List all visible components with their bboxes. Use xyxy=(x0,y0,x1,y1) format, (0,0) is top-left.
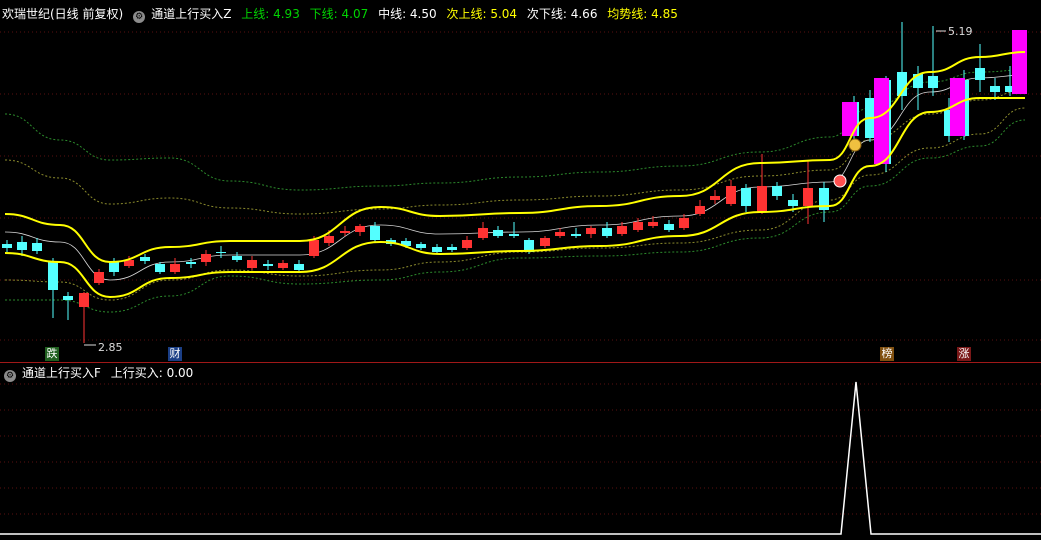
candle-down xyxy=(32,243,42,251)
candle-down xyxy=(155,264,165,272)
candle-up xyxy=(247,260,257,268)
candle-up xyxy=(170,264,180,272)
candle-down xyxy=(741,188,751,206)
candle-down xyxy=(772,186,782,196)
candle-up xyxy=(201,254,211,262)
candle-up xyxy=(355,226,365,232)
candle-up xyxy=(478,228,488,238)
tag-fall: 跌 xyxy=(45,347,59,361)
candle-down xyxy=(493,230,503,236)
candle-up xyxy=(617,226,627,234)
candle-down xyxy=(571,234,581,236)
candle-down xyxy=(975,68,985,80)
candle-down xyxy=(109,262,119,272)
candle-up xyxy=(462,240,472,248)
candle-down xyxy=(263,264,273,266)
candle-down xyxy=(602,228,612,236)
candle-down xyxy=(788,200,798,206)
buy-signal-line xyxy=(0,381,1041,535)
candle-down xyxy=(509,234,519,236)
low-price-marker: 2.85 xyxy=(98,341,123,354)
candle-up xyxy=(633,222,643,230)
channel-upper-line xyxy=(4,51,1026,264)
main-chart-pane[interactable]: 欢瑞世纪(日线 前复权) ⚙ 通道上行买入Z 上线: 4.93 下线: 4.07 中… xyxy=(0,0,1041,362)
candle-down xyxy=(216,252,226,253)
signal-chart xyxy=(0,381,1041,535)
candle-up xyxy=(555,232,565,236)
candle-down xyxy=(63,296,73,300)
candle-up xyxy=(695,206,705,214)
tag-rise: 涨 xyxy=(957,347,971,361)
candle-up xyxy=(803,188,813,206)
candle-down xyxy=(186,262,196,264)
candle-down xyxy=(432,247,442,252)
candle-up xyxy=(79,293,89,307)
sub-chart-pane[interactable]: ⚙ 通道上行买入F 上行买入: 0.00 xyxy=(0,362,1041,540)
candle-up xyxy=(726,186,736,204)
event-dot-icon xyxy=(833,174,847,188)
candle-down xyxy=(2,244,12,248)
candle-down xyxy=(48,262,58,290)
outer-lower-band xyxy=(4,119,1026,313)
candle-down xyxy=(294,264,304,270)
candle-down xyxy=(664,224,674,230)
candle-up xyxy=(679,218,689,228)
candle-up xyxy=(586,228,596,234)
candle-up xyxy=(324,236,334,243)
candle-down xyxy=(232,256,242,260)
candle-up xyxy=(648,222,658,226)
tag-ranking: 榜 xyxy=(880,347,894,361)
candle-down xyxy=(140,257,150,261)
candle-down xyxy=(928,76,938,88)
candle-up xyxy=(540,238,550,246)
candlestick-chart xyxy=(0,22,1041,346)
money-bag-icon xyxy=(848,138,862,152)
candle-down xyxy=(416,244,426,248)
signal-bar xyxy=(1012,30,1027,94)
candle-down xyxy=(17,242,27,250)
candle-up xyxy=(309,240,319,256)
candle-down xyxy=(370,226,380,240)
high-price-marker: 5.19 xyxy=(948,25,973,38)
candle-up xyxy=(340,231,350,233)
candle-up xyxy=(710,196,720,200)
candle-down xyxy=(447,247,457,250)
candle-up xyxy=(278,263,288,268)
signal-bar xyxy=(874,78,889,164)
candle-down xyxy=(990,86,1000,92)
candle-up xyxy=(757,186,767,212)
tag-finance: 财 xyxy=(168,347,182,361)
candle-up xyxy=(94,272,104,283)
